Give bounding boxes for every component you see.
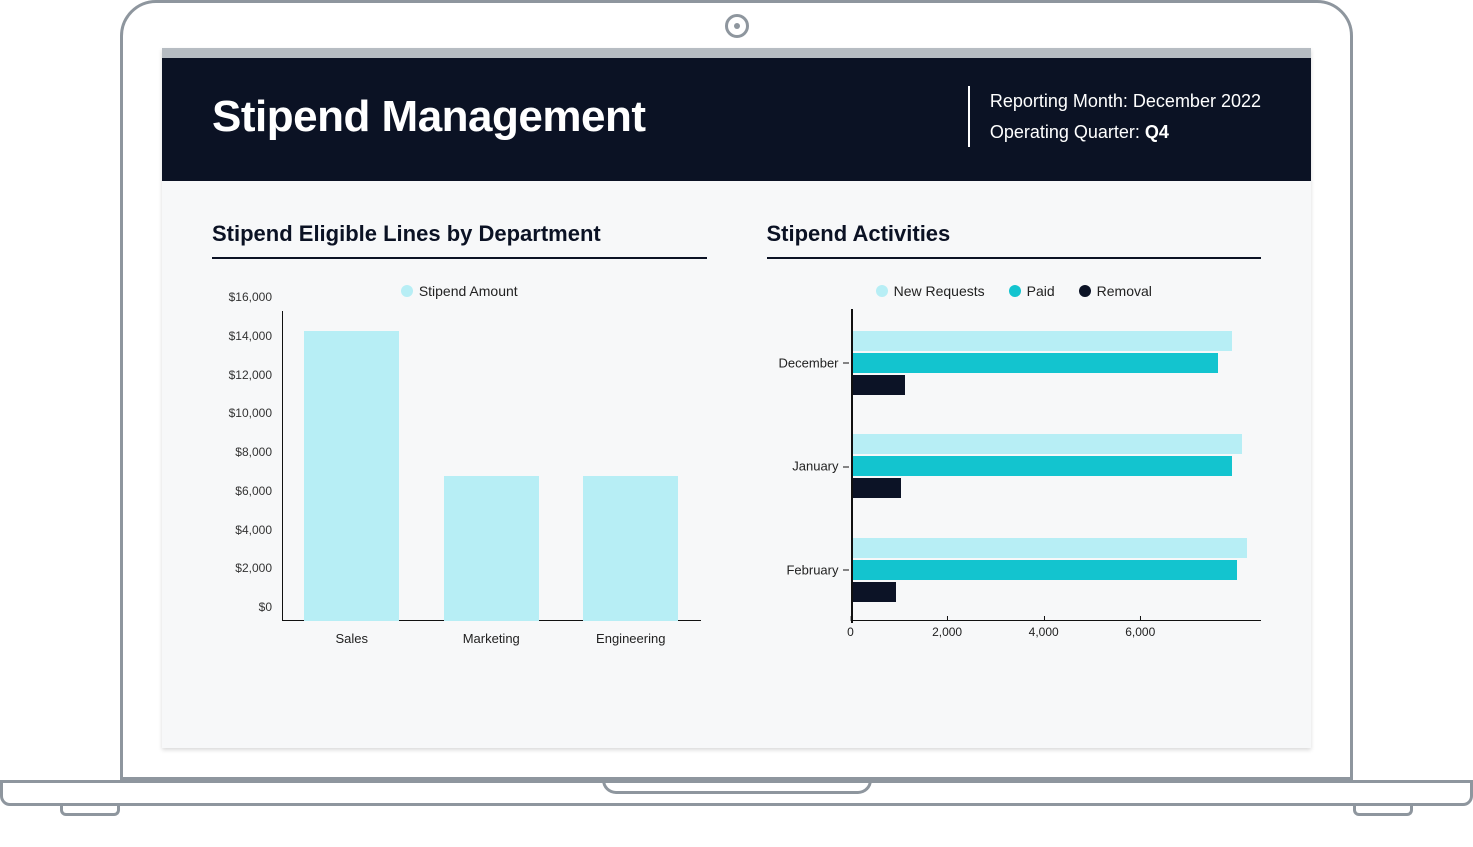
x-tick-label: 2,000 <box>932 625 962 639</box>
chart-legend: Stipend Amount <box>212 283 707 299</box>
legend-swatch <box>1009 285 1021 297</box>
panel-eligible-lines: Stipend Eligible Lines by Department Sti… <box>212 221 707 713</box>
x-tick-label: 4,000 <box>1029 625 1059 639</box>
report-meta: Reporting Month: December 2022 Operating… <box>968 86 1261 147</box>
y-tick-label: $12,000 <box>229 368 272 382</box>
panel-title: Stipend Activities <box>767 221 1262 259</box>
legend-swatch <box>401 285 413 297</box>
dashboard-screen: Stipend Management Reporting Month: Dece… <box>162 48 1311 748</box>
legend-label: New Requests <box>894 283 985 299</box>
laptop-base <box>0 780 1473 814</box>
y-tick-label: $2,000 <box>235 561 272 575</box>
bar <box>853 456 1233 476</box>
laptop-notch <box>602 780 872 794</box>
legend-item: Paid <box>1009 283 1055 299</box>
laptop-shell: Stipend Management Reporting Month: Dece… <box>120 0 1353 780</box>
bar <box>853 538 1247 558</box>
panel-activities: Stipend Activities New Requests Paid <box>767 221 1262 713</box>
y-tick-label: $10,000 <box>229 406 272 420</box>
page-title: Stipend Management <box>212 92 646 142</box>
bar <box>304 331 399 622</box>
legend-item: Stipend Amount <box>401 283 518 299</box>
bar-chart-activities: DecemberJanuaryFebruary02,0004,0006,000 <box>767 311 1262 651</box>
reporting-month-value: December 2022 <box>1133 91 1261 111</box>
y-tick-label: $6,000 <box>235 484 272 498</box>
y-tick-label: $16,000 <box>229 290 272 304</box>
legend-label: Paid <box>1027 283 1055 299</box>
reporting-month-label: Reporting Month: <box>990 91 1128 111</box>
bar <box>583 476 678 621</box>
y-tick-label: $4,000 <box>235 523 272 537</box>
bar <box>853 434 1242 454</box>
x-tick-label: Sales <box>282 627 422 651</box>
laptop-foot <box>60 806 120 816</box>
operating-quarter-label: Operating Quarter: <box>990 122 1140 142</box>
window-titlebar <box>162 48 1311 58</box>
x-tick-label: 0 <box>847 625 854 639</box>
bar <box>853 478 901 498</box>
bar <box>444 476 539 621</box>
app-header: Stipend Management Reporting Month: Dece… <box>162 58 1311 181</box>
y-tick-label: January <box>759 459 839 474</box>
bar <box>853 560 1237 580</box>
laptop-mockup: Stipend Management Reporting Month: Dece… <box>0 0 1473 847</box>
x-tick-label: 6,000 <box>1125 625 1155 639</box>
legend-label: Stipend Amount <box>419 283 518 299</box>
bar <box>853 375 906 395</box>
bar <box>853 353 1218 373</box>
chart-legend: New Requests Paid Removal <box>767 283 1262 299</box>
y-tick-label: $14,000 <box>229 329 272 343</box>
panel-title: Stipend Eligible Lines by Department <box>212 221 707 259</box>
laptop-foot <box>1353 806 1413 816</box>
legend-label: Removal <box>1097 283 1152 299</box>
operating-quarter: Operating Quarter: Q4 <box>990 117 1261 148</box>
legend-item: New Requests <box>876 283 985 299</box>
y-tick-label: $0 <box>259 600 272 614</box>
y-tick-label: $8,000 <box>235 445 272 459</box>
dashboard-content: Stipend Eligible Lines by Department Sti… <box>162 181 1311 733</box>
bar <box>853 331 1233 351</box>
legend-swatch <box>876 285 888 297</box>
y-tick-label: February <box>759 562 839 577</box>
y-tick-label: December <box>759 355 839 370</box>
x-tick-label: Engineering <box>561 627 701 651</box>
bar <box>853 582 896 602</box>
camera-icon <box>725 14 749 38</box>
x-tick-label: Marketing <box>422 627 562 651</box>
bar-chart-eligible-lines: $0 $2,000 $4,000 $6,000 $8,000 $10,000 $12,000… <box>212 311 707 651</box>
operating-quarter-value: Q4 <box>1145 122 1169 142</box>
reporting-month: Reporting Month: December 2022 <box>990 86 1261 117</box>
legend-swatch <box>1079 285 1091 297</box>
legend-item: Removal <box>1079 283 1152 299</box>
